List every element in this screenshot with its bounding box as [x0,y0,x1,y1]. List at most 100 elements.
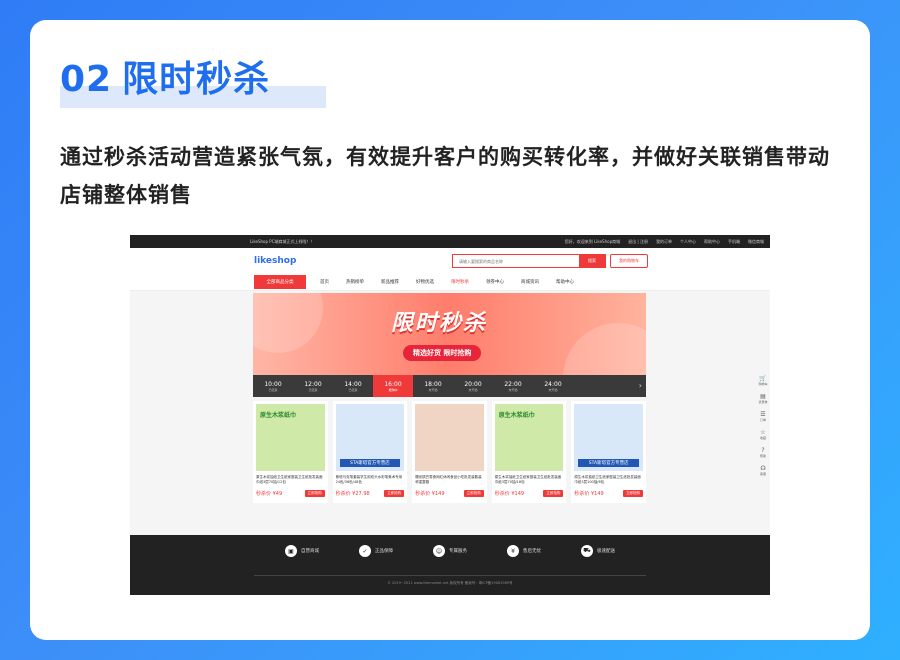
slot-status: 未开始 [508,387,518,392]
topbar-notice: LikeShop PC端商城正式上线啦！！ [250,238,315,244]
time-slot[interactable]: 24:00 未开始 [533,375,573,397]
slot-time: 16:00 [384,380,402,388]
footer-feature: ✓ 正品保障 [359,545,393,557]
product-image[interactable]: STA斯塔官方专营店 [335,404,405,471]
sidebar-favorites[interactable]: ☆ 收藏 [760,429,766,440]
heading-number: 02 [60,59,113,100]
shop-logo[interactable]: likeshop [254,256,296,266]
topbar-link[interactable]: 微信商城 [748,239,764,245]
sidebar-label: 优惠券 [758,400,768,404]
buy-now-button[interactable]: 立即抢购 [304,490,325,497]
topbar-link[interactable]: 您好，欢迎来到 LikeShop商城 [565,239,620,245]
nav-item-flash-sale[interactable]: 限时秒杀 [451,279,469,285]
footer-feature: ☺ 专属服务 [433,545,467,557]
sidebar-label: 购物车 [758,382,768,386]
buy-now-button[interactable]: 立即抢购 [463,490,484,497]
product-price: 秒杀价 ¥149 [574,491,604,497]
product-price: 秒杀价 ¥27.98 [335,491,370,497]
product-title[interactable]: 原生木浆抽纸卫生纸家庭装卫生纸批发装面巾纸3层70抽/12包 [256,475,325,485]
sidebar-label: 帮助 [759,454,766,458]
footer-divider [254,575,646,576]
product-card[interactable]: STA斯塔官方专营店 原生木浆抽纸卫生纸家庭装卫生纸批发装面巾纸3层100抽/6… [571,401,646,503]
time-slot[interactable]: 22:00 未开始 [493,375,533,397]
slot-status: 未开始 [468,387,478,392]
nav-item-hot[interactable]: 热销榜单 [346,279,364,285]
banner-title: 限时秒杀 [391,311,488,336]
content-card: 02 限时秒杀 通过秒杀活动营造紧张气氛，有效提升客户的购买转化率，并做好关联销… [30,20,870,640]
sidebar-coupons[interactable]: ▤ 优惠券 [758,393,767,404]
slot-time: 18:00 [424,380,442,388]
search-input[interactable] [453,255,579,267]
topbar-link[interactable]: 手机端 [728,239,740,245]
product-list: 原生木浆纸巾 原生木浆抽纸卫生纸家庭装卫生纸批发装面巾纸3层70抽/12包 秒杀… [253,401,646,503]
slot-status: 未开始 [548,387,558,392]
time-slot[interactable]: 10:00 已结束 [253,375,293,397]
shop-topbar: LikeShop PC端商城正式上线啦！！ 您好，欢迎来到 LikeShop商城… [130,235,770,248]
slot-status: 已结束 [348,387,358,392]
product-title[interactable]: 原生木浆抽纸卫生纸家庭装卫生纸批发装面巾纸3层100抽/6包 [574,475,643,485]
chevron-right-icon[interactable]: › [639,381,642,390]
product-image[interactable]: 原生木浆纸巾 [256,404,325,471]
nav-item-picks[interactable]: 好物优选 [416,279,434,285]
product-card[interactable]: 原生木浆纸巾 原生木浆抽纸卫生纸家庭装卫生纸批发装面巾纸3层70抽/12包 秒杀… [253,401,328,503]
time-slot[interactable]: 14:00 已结束 [333,375,373,397]
nav-item-home[interactable]: 首页 [320,279,329,285]
search-button[interactable]: 搜索 [579,255,605,267]
product-image[interactable]: 原生木浆纸巾 [494,404,564,471]
topbar-link[interactable]: 个人中心 [680,239,696,245]
slot-status: 未开始 [428,387,438,392]
product-image[interactable]: STA斯塔官方专营店 [574,404,643,471]
all-categories-button[interactable]: 全部商品分类 [254,275,306,289]
slot-time: 14:00 [344,380,362,388]
headset-icon: ☊ [760,465,766,472]
coupon-icon: ▤ [760,393,766,400]
footer-feature: ⛟ 极速配送 [581,545,615,557]
section-heading: 02 限时秒杀 [60,50,326,108]
product-image-tag: STA斯塔官方专营店 [339,459,401,467]
time-slot-active[interactable]: 16:00 抢购中 [373,375,413,397]
cart-button[interactable]: 我的购物车 [610,254,648,268]
sidebar-cart[interactable]: 🛒 购物车 [758,375,767,386]
product-image-label: 原生木浆纸巾 [498,412,535,419]
topbar-link[interactable]: 帮助中心 [704,239,720,245]
shop-header: likeshop 搜索 我的购物车 [130,248,770,274]
buy-now-button[interactable]: 立即抢购 [622,490,643,497]
slot-time: 12:00 [304,380,322,388]
star-icon: ☆ [760,429,766,436]
product-card[interactable]: 糯米锅巴零食网红休闲食品小吃批发装散装称重整箱 秒杀价 ¥149 立即抢购 [412,401,487,503]
nav-item-new[interactable]: 新品推荐 [381,279,399,285]
product-card[interactable]: 原生木浆纸巾 原生木浆抽纸卫生纸家庭装卫生纸批发装面巾纸3层70抽/18包 秒杀… [491,401,567,503]
nav-item-help[interactable]: 帮助中心 [556,279,574,285]
time-slot[interactable]: 12:00 已结束 [293,375,333,397]
buy-now-button[interactable]: 立即抢购 [543,490,564,497]
shield-icon: ✓ [359,545,371,557]
time-slot[interactable]: 20:00 未开始 [453,375,493,397]
time-slot[interactable]: 18:00 未开始 [413,375,453,397]
product-image[interactable] [415,404,484,471]
product-title[interactable]: 原生木浆抽纸卫生纸家庭装卫生纸批发装面巾纸3层70抽/18包 [495,475,564,485]
topbar-link[interactable]: 退出 | 注册 [628,239,648,245]
banner-subtitle: 精选好货 限时抢购 [403,345,482,361]
feature-label: 极速配送 [597,549,615,554]
product-card[interactable]: STA斯塔官方专营店 斯塔马克笔套装学生用双头水彩笔美术专用 24色/36色/4… [332,401,408,503]
flash-sale-banner: 限时秒杀 精选好货 限时抢购 [253,293,646,375]
feature-label: 专属服务 [449,549,467,554]
slot-time: 24:00 [544,380,562,388]
slot-time: 10:00 [264,380,282,388]
product-price: 秒杀价 ¥149 [494,491,525,497]
heading-title: 限时秒杀 [122,59,271,100]
sidebar-help[interactable]: ? 帮助 [760,447,766,458]
sidebar-label: 客服 [759,472,766,476]
sidebar-service[interactable]: ☊ 客服 [760,465,766,476]
topbar-link[interactable]: 我的订单 [656,239,672,245]
product-price: 秒杀价 ¥149 [415,491,445,497]
buy-now-button[interactable]: 立即抢购 [384,490,405,497]
help-icon: ? [761,447,765,454]
nav-item-news[interactable]: 商城资讯 [521,279,539,285]
product-price: 秒杀价 ¥49 [256,491,283,497]
nav-item-coupons[interactable]: 领券中心 [486,279,504,285]
banner-decoration [253,293,323,353]
sidebar-orders[interactable]: ☰ 订单 [760,411,766,422]
product-title[interactable]: 糯米锅巴零食网红休闲食品小吃批发装散装称重整箱 [415,475,484,485]
product-title[interactable]: 斯塔马克笔套装学生用双头水彩笔美术专用 24色/36色/48色 [336,475,405,485]
